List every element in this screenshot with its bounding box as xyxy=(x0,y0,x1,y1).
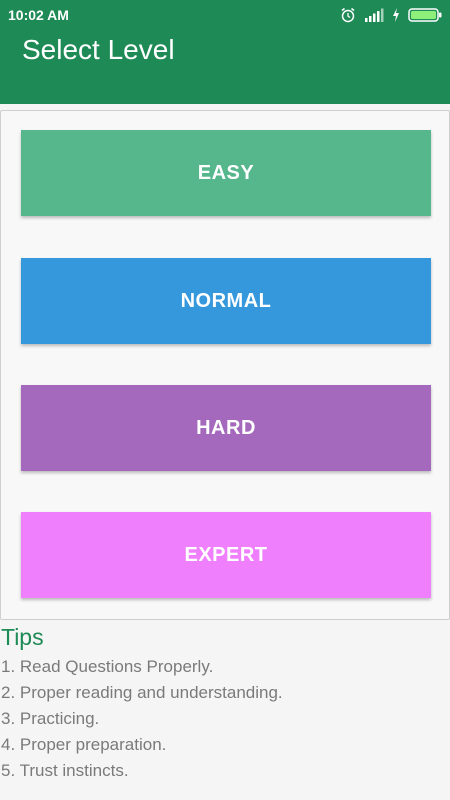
normal-button[interactable]: NORMAL xyxy=(21,258,431,344)
level-card: EASY NORMAL HARD EXPERT xyxy=(0,110,450,620)
tips-heading: Tips xyxy=(1,624,44,650)
status-icons xyxy=(340,6,442,24)
page-title: Select Level xyxy=(22,34,175,65)
easy-button[interactable]: EASY xyxy=(21,130,431,216)
list-item: 1. Read Questions Properly. xyxy=(1,657,214,676)
status-bar: 10:02 AM xyxy=(0,0,450,30)
charging-icon xyxy=(392,8,400,22)
tips-list: 1. Read Questions Properly. 2. Proper re… xyxy=(1,656,283,786)
status-time: 10:02 AM xyxy=(8,7,69,23)
signal-icon xyxy=(364,8,384,22)
app-bar: 10:02 AM Select Level xyxy=(0,0,450,104)
expert-button[interactable]: EXPERT xyxy=(21,512,431,598)
list-item: 4. Proper preparation. xyxy=(1,735,167,754)
list-item: 3. Practicing. xyxy=(1,709,100,728)
hard-button[interactable]: HARD xyxy=(21,385,431,471)
list-item: 2. Proper reading and understanding. xyxy=(1,683,283,702)
alarm-icon xyxy=(340,7,356,23)
list-item: 5. Trust instincts. xyxy=(1,761,129,780)
battery-icon xyxy=(408,7,442,23)
